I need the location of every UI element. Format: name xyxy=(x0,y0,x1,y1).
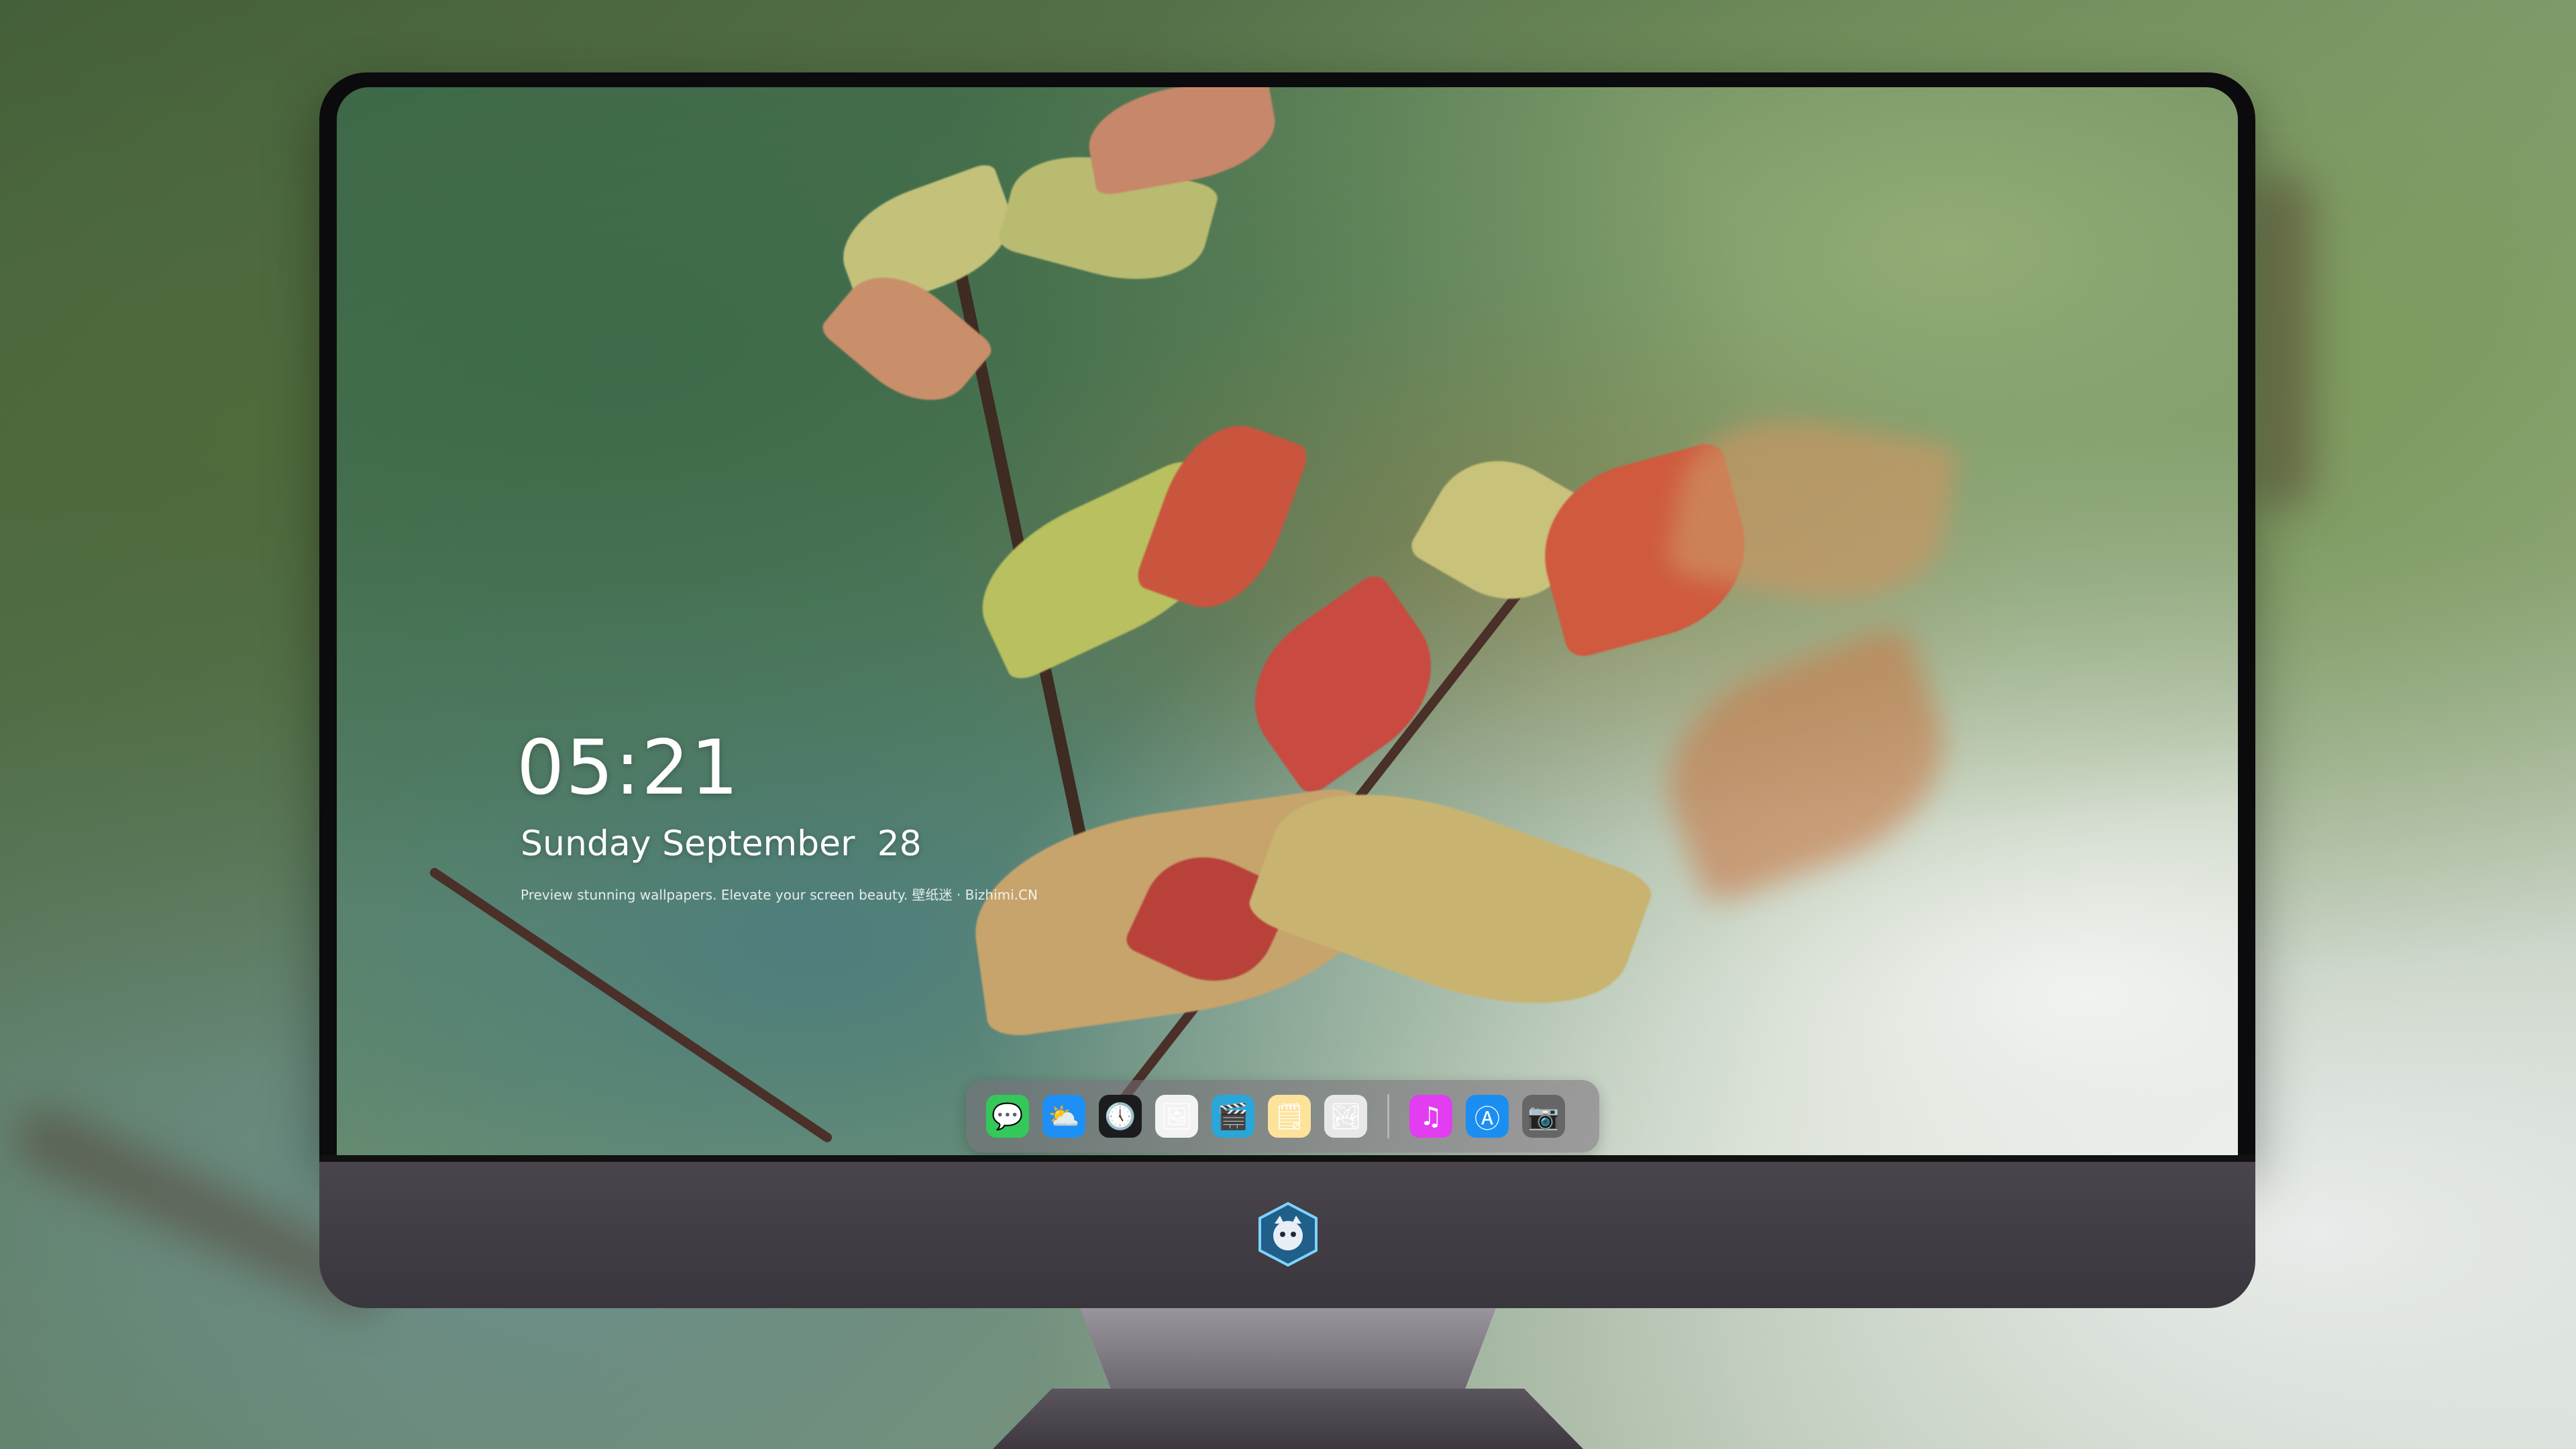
video-clapper-icon[interactable]: 🎬 xyxy=(1212,1095,1254,1138)
photo-booth-icon[interactable]: 🏞 xyxy=(1324,1095,1367,1138)
itunes-music-icon[interactable]: ♫ xyxy=(1409,1095,1452,1138)
camera-icon[interactable]: 📷 xyxy=(1522,1095,1565,1138)
wallpaper-leaf xyxy=(1639,622,1973,908)
dock: 💬 ⛅ 🕔 🖼 🎬 🗒 🏞 ♫ Ⓐ 📷 xyxy=(966,1080,1599,1152)
brand-logo-icon xyxy=(1254,1201,1322,1268)
messages-icon[interactable]: 💬 xyxy=(986,1095,1029,1138)
background-branch xyxy=(2254,174,2314,510)
wallpaper-leaf xyxy=(1224,570,1462,799)
monitor-stand-base xyxy=(993,1389,1583,1449)
dock-apps: 💬 ⛅ 🕔 🖼 🎬 🗒 🏞 xyxy=(986,1095,1367,1138)
preview-icon[interactable]: 🖼 xyxy=(1155,1095,1198,1138)
dock-apps-right: ♫ Ⓐ 📷 xyxy=(1409,1095,1565,1138)
lockscreen-tagline: Preview stunning wallpapers. Elevate you… xyxy=(521,887,1038,903)
wallpaper-branch xyxy=(428,866,834,1144)
lockscreen-date: Sunday September 28 xyxy=(521,824,922,864)
wallpaper-leaf xyxy=(1133,407,1311,626)
monitor-stand xyxy=(1080,1308,1496,1395)
app-store-icon[interactable]: Ⓐ xyxy=(1466,1095,1509,1138)
desktop-screen: 05:21 Sunday September 28 Preview stunni… xyxy=(337,87,2238,1155)
dock-separator xyxy=(1387,1094,1389,1138)
notes-icon[interactable]: 🗒 xyxy=(1268,1095,1311,1138)
lockscreen-clock: 05:21 xyxy=(517,724,740,812)
clock-icon[interactable]: 🕔 xyxy=(1099,1095,1142,1138)
wallpaper-leaf xyxy=(1081,87,1283,197)
weather-icon[interactable]: ⛅ xyxy=(1042,1095,1085,1138)
